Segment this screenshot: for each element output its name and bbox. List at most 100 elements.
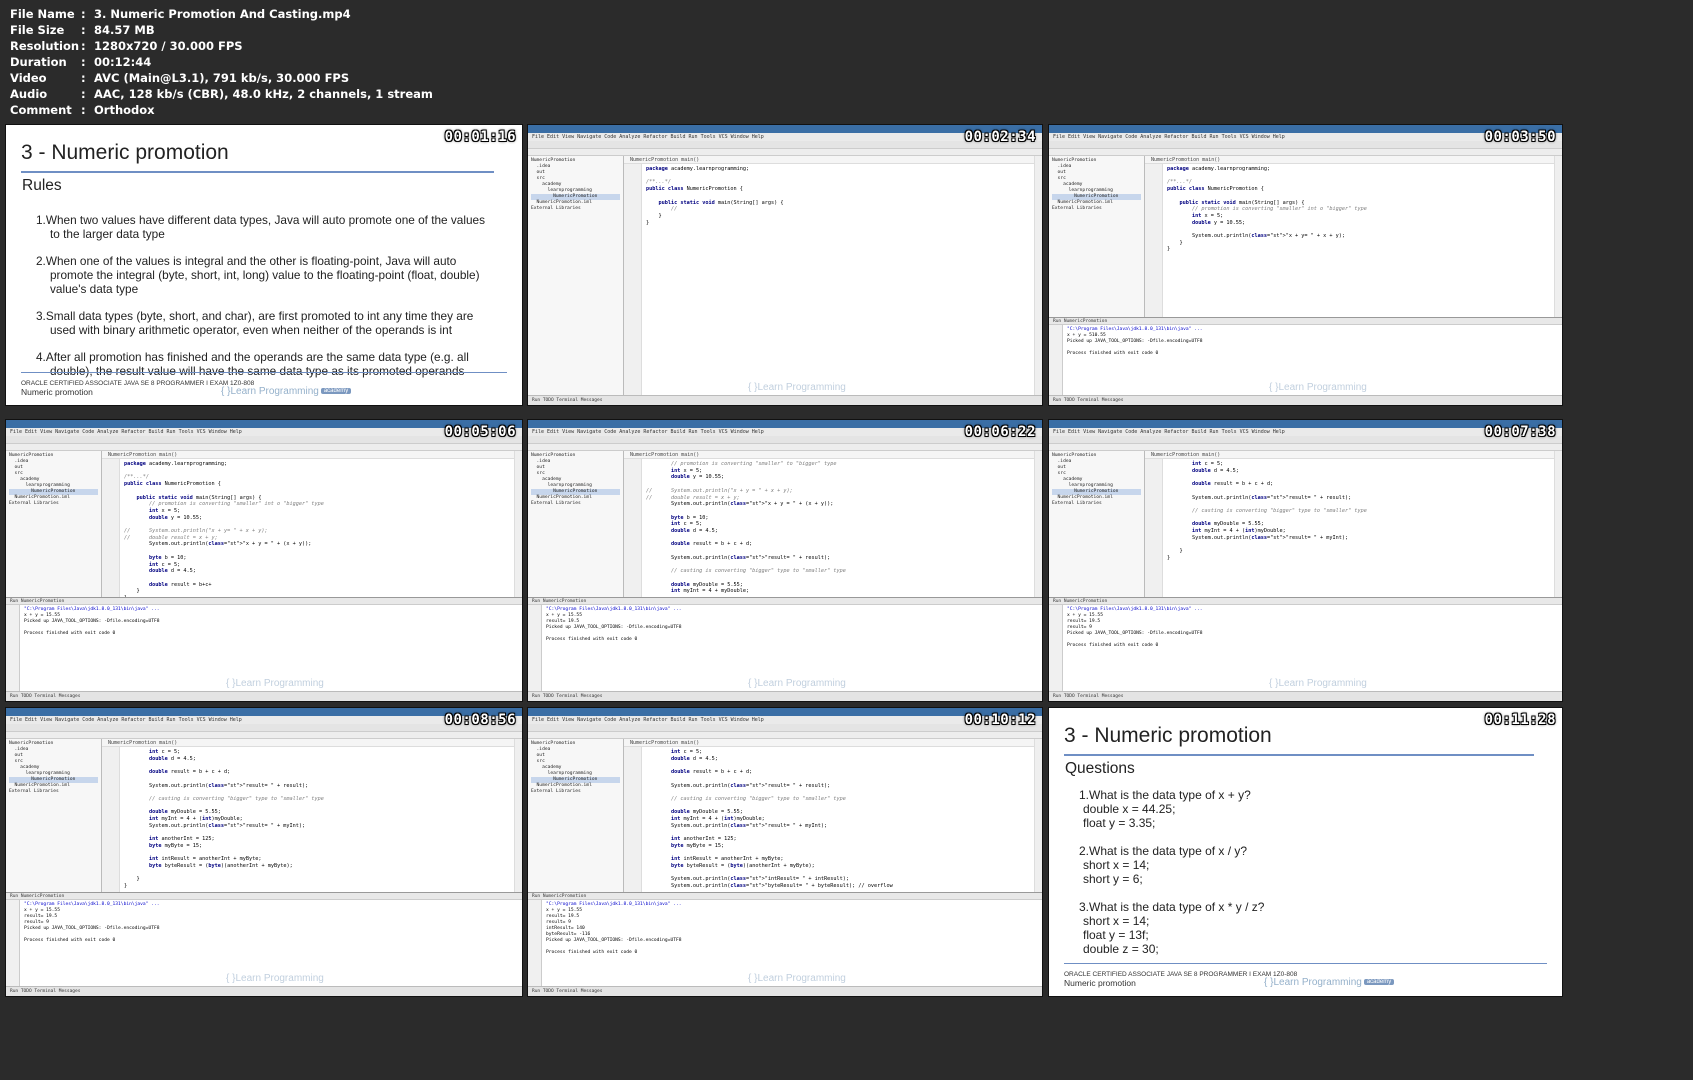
source-code[interactable]: package academy.learnprogramming; /**...… (1167, 166, 1550, 253)
ide-navigation-bar[interactable] (528, 444, 1042, 451)
code-line: /**...*/ (124, 474, 149, 481)
editor-scrollbar[interactable] (514, 739, 522, 892)
source-code[interactable]: package academy.learnprogramming; /**...… (646, 166, 1030, 226)
video-thumbnail: File Edit View Navigate Code Analyze Ref… (1048, 419, 1563, 702)
project-tree[interactable]: NumericPromotion .idea out src academy l… (6, 739, 102, 892)
learn-programming-watermark: { }Learn Programming (748, 678, 846, 689)
console-output: "C:\Program Files\Java\jdk1.8.0_131\bin\… (24, 902, 518, 944)
learn-programming-watermark: { }Learn Programming (1269, 382, 1367, 393)
code-line: byte b = 10; (149, 554, 187, 561)
code-editor[interactable]: NumericPromotion main() package academy.l… (624, 156, 1034, 395)
run-panel[interactable]: Run NumericPromotion "C:\Program Files\Ja… (6, 892, 522, 986)
video-thumbnail: File Edit View Navigate Code Analyze Ref… (5, 419, 523, 702)
slide-footer: ORACLE CERTIFIED ASSOCIATE JAVA SE 8 PRO… (1064, 970, 1297, 988)
code-line: } (1167, 239, 1183, 246)
editor-scrollbar[interactable] (1554, 156, 1562, 317)
ide-status-bar[interactable]: Run TODO Terminal Messages (528, 691, 1042, 701)
code-editor[interactable]: NumericPromotion main() int c = 5; doubl… (102, 739, 514, 892)
title-underline (21, 171, 494, 173)
code-editor[interactable]: NumericPromotion main() int c = 5; doubl… (624, 739, 1034, 892)
ide-status-bar[interactable]: Run TODO Terminal Messages (6, 691, 522, 701)
video-timestamp: 00:07:38 (1484, 424, 1556, 440)
source-code[interactable]: int c = 5; double d = 4.5; double result… (124, 749, 510, 890)
file-info-value: AAC, 128 kb/s (CBR), 48.0 kHz, 2 channel… (94, 87, 433, 101)
ide-status-bar[interactable]: Run TODO Terminal Messages (1049, 691, 1562, 701)
project-tree-item[interactable]: External Libraries (1052, 501, 1141, 507)
run-panel[interactable]: Run NumericPromotion "C:\Program Files\Ja… (528, 597, 1042, 691)
video-timestamp: 00:06:22 (964, 424, 1036, 440)
run-panel[interactable]: Run NumericPromotion "C:\Program Files\Ja… (528, 892, 1042, 986)
code-line: byte myByte = 15; (149, 842, 203, 849)
editor-scrollbar[interactable] (1554, 451, 1562, 597)
code-line: System.out.println(class="st">"result= "… (1167, 534, 1349, 541)
learn-programming-watermark: { }Learn Programming (748, 973, 846, 984)
source-code[interactable]: int c = 5; double d = 4.5; double result… (1167, 461, 1550, 562)
source-code[interactable]: // promotion is converting "smaller" to … (646, 461, 1030, 595)
code-editor[interactable]: NumericPromotion main() package academy.l… (1145, 156, 1554, 317)
code-editor[interactable]: NumericPromotion main() package academy.l… (102, 451, 514, 597)
editor-breadcrumb: NumericPromotion main() (102, 739, 514, 747)
run-panel-toolbar[interactable] (1049, 325, 1063, 395)
editor-scrollbar[interactable] (1034, 451, 1042, 597)
project-tree[interactable]: NumericPromotion .idea out src academy l… (1049, 451, 1145, 597)
ide-navigation-bar[interactable] (1049, 149, 1562, 156)
line-number-gutter (1145, 459, 1163, 597)
ide-status-bar[interactable]: Run TODO Terminal Messages (528, 986, 1042, 996)
ide-status-bar[interactable]: Run TODO Terminal Messages (1049, 395, 1562, 405)
run-panel-toolbar[interactable] (6, 900, 20, 986)
code-line: public static void main(String[] args) { (136, 494, 262, 501)
run-panel-toolbar[interactable] (6, 605, 20, 691)
project-tree-item[interactable]: External Libraries (1052, 206, 1141, 212)
file-info-row: File Name:3. Numeric Promotion And Casti… (10, 6, 433, 22)
code-line: double myDouble = 5.55; (671, 581, 743, 588)
project-tree[interactable]: NumericPromotion .idea out src academy l… (528, 451, 624, 597)
file-info-key: Audio (10, 87, 48, 101)
code-editor[interactable]: NumericPromotion main() int c = 5; doubl… (1145, 451, 1554, 597)
file-info-key: File Size (10, 23, 65, 37)
ide-navigation-bar[interactable] (6, 732, 522, 739)
project-tree-item[interactable]: External Libraries (9, 501, 98, 507)
file-info-row: Comment: Orthodox (10, 102, 433, 118)
code-line: int x = 5; (1192, 212, 1224, 219)
ide-navigation-bar[interactable] (6, 444, 522, 451)
editor-scrollbar[interactable] (1034, 739, 1042, 892)
code-line: // promotion is converting "smaller" to … (646, 461, 837, 467)
project-tree[interactable]: NumericPromotion .idea out src academy l… (1049, 156, 1145, 317)
run-panel-toolbar[interactable] (1049, 605, 1063, 691)
run-panel[interactable]: Run NumericPromotion "C:\Program Files\Ja… (1049, 597, 1562, 691)
ide-status-bar[interactable]: Run TODO Terminal Messages (528, 395, 1042, 405)
ide-navigation-bar[interactable] (528, 149, 1042, 156)
ide-navigation-bar[interactable] (1049, 444, 1562, 451)
question-code-line: float y = 3.35; (1083, 816, 1156, 830)
footer-divider (1064, 963, 1547, 964)
project-tree-item[interactable]: External Libraries (531, 789, 620, 795)
editor-scrollbar[interactable] (1034, 156, 1042, 395)
code-editor[interactable]: NumericPromotion main() // promotion is … (624, 451, 1034, 597)
logo-text: { }Learn Programming (221, 386, 319, 397)
run-panel-toolbar[interactable] (528, 900, 542, 986)
ide-navigation-bar[interactable] (528, 732, 1042, 739)
project-tree-item[interactable]: External Libraries (531, 501, 620, 507)
project-tree-item[interactable]: External Libraries (531, 206, 620, 212)
project-tree[interactable]: NumericPromotion .idea out src academy l… (528, 156, 624, 395)
code-line: int intResult = anotherInt + myByte; (149, 856, 262, 863)
question-text: 1.What is the data type of x + y? (1079, 788, 1251, 802)
project-tree[interactable]: NumericPromotion .idea out src academy l… (6, 451, 102, 597)
run-panel[interactable]: Run NumericPromotion "C:\Program Files\Ja… (6, 597, 522, 691)
run-panel-toolbar[interactable] (528, 605, 542, 691)
ide-status-bar[interactable]: Run TODO Terminal Messages (6, 986, 522, 996)
project-tree-item[interactable]: External Libraries (9, 789, 98, 795)
run-panel-header: Run NumericPromotion (1049, 318, 1562, 325)
source-code[interactable]: int c = 5; double d = 4.5; double result… (646, 749, 1030, 890)
source-code[interactable]: package academy.learnprogramming; /**...… (124, 461, 510, 597)
project-tree[interactable]: NumericPromotion .idea out src academy l… (528, 739, 624, 892)
learn-programming-logo: { }Learn Programming academy (1264, 977, 1395, 988)
file-info-value: Orthodox (94, 103, 155, 117)
code-line: // double result = x + y; (646, 494, 740, 501)
editor-scrollbar[interactable] (514, 451, 522, 597)
